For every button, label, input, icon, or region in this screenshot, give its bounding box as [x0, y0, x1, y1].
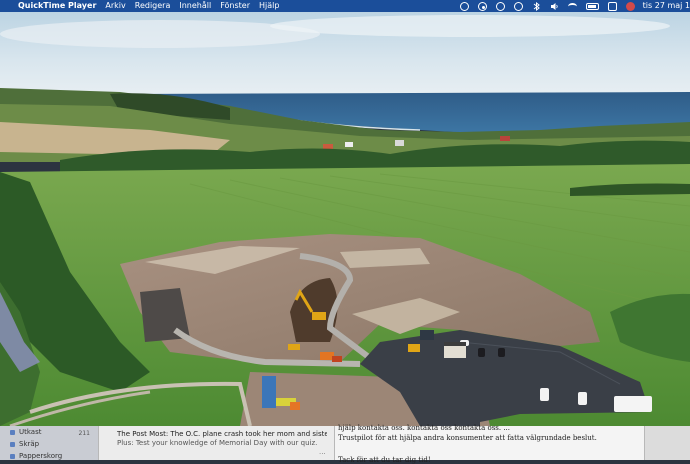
- menu-innehall[interactable]: Innehåll: [179, 0, 211, 12]
- sidebar-item-skrap[interactable]: Skräp: [10, 440, 39, 448]
- message-list: The Post Most: The O.C. plane crash took…: [98, 426, 335, 460]
- menu-arkiv[interactable]: Arkiv: [105, 0, 125, 12]
- menu-hjalp[interactable]: Hjälp: [259, 0, 279, 12]
- mail-sidebar: Utkast 211 Skräp Papperskorg: [0, 426, 98, 460]
- site-office: [444, 344, 466, 358]
- screen-record-icon[interactable]: [477, 1, 487, 11]
- drafts-count: 211: [78, 430, 90, 437]
- trash-icon: [10, 453, 15, 459]
- message-more: ...: [319, 448, 326, 456]
- reader-line-2: Trustpilot för att hjälpa andra konsumen…: [338, 434, 597, 442]
- wifi-icon[interactable]: [567, 2, 577, 10]
- reader-line-3: Tack för att du tar dig tid!: [338, 456, 431, 464]
- sidebar-item-label: Skräp: [19, 440, 40, 448]
- status-area: tis 27 maj 1: [451, 0, 690, 12]
- reader-scroll-area[interactable]: [644, 426, 690, 460]
- control-center-icon[interactable]: [607, 1, 617, 11]
- menu-fonster[interactable]: Fönster: [220, 0, 250, 12]
- mail-window: Utkast 211 Skräp Papperskorg The Post Mo…: [0, 424, 690, 464]
- message-subject[interactable]: The Post Most: The O.C. plane crash took…: [117, 430, 327, 438]
- sidebar-item-utkast[interactable]: Utkast: [10, 428, 41, 436]
- junk-icon: [10, 441, 15, 447]
- caravan: [614, 396, 652, 412]
- menu-redigera[interactable]: Redigera: [135, 0, 171, 12]
- menu-app-name[interactable]: QuickTime Player: [18, 0, 96, 12]
- user-icon[interactable]: [625, 1, 635, 11]
- menu-clock[interactable]: tis 27 maj 1: [643, 0, 690, 12]
- video-frame[interactable]: [0, 12, 690, 426]
- time-machine-icon[interactable]: [495, 1, 505, 11]
- battery-icon[interactable]: [585, 2, 599, 10]
- creative-cloud-icon[interactable]: [459, 1, 469, 11]
- sidebar-item-papperskorg[interactable]: Papperskorg: [10, 452, 62, 460]
- drafts-icon: [10, 429, 15, 435]
- menu-bar: QuickTime Player Arkiv Redigera Innehåll…: [0, 0, 690, 12]
- sidebar-item-label: Utkast: [19, 428, 42, 436]
- reader-line-1: hjälp kontakta oss. kontakta oss kontakt…: [338, 424, 511, 432]
- message-reader: hjälp kontakta oss. kontakta oss kontakt…: [334, 424, 645, 464]
- clock-icon[interactable]: [513, 1, 523, 11]
- message-snippet[interactable]: Plus: Test your knowledge of Memorial Da…: [117, 439, 327, 447]
- volume-icon[interactable]: [550, 2, 559, 11]
- aerial-construction-photo: [0, 12, 690, 426]
- sidebar-item-label: Papperskorg: [19, 452, 63, 460]
- bluetooth-icon[interactable]: [532, 1, 541, 11]
- truck: [262, 376, 276, 408]
